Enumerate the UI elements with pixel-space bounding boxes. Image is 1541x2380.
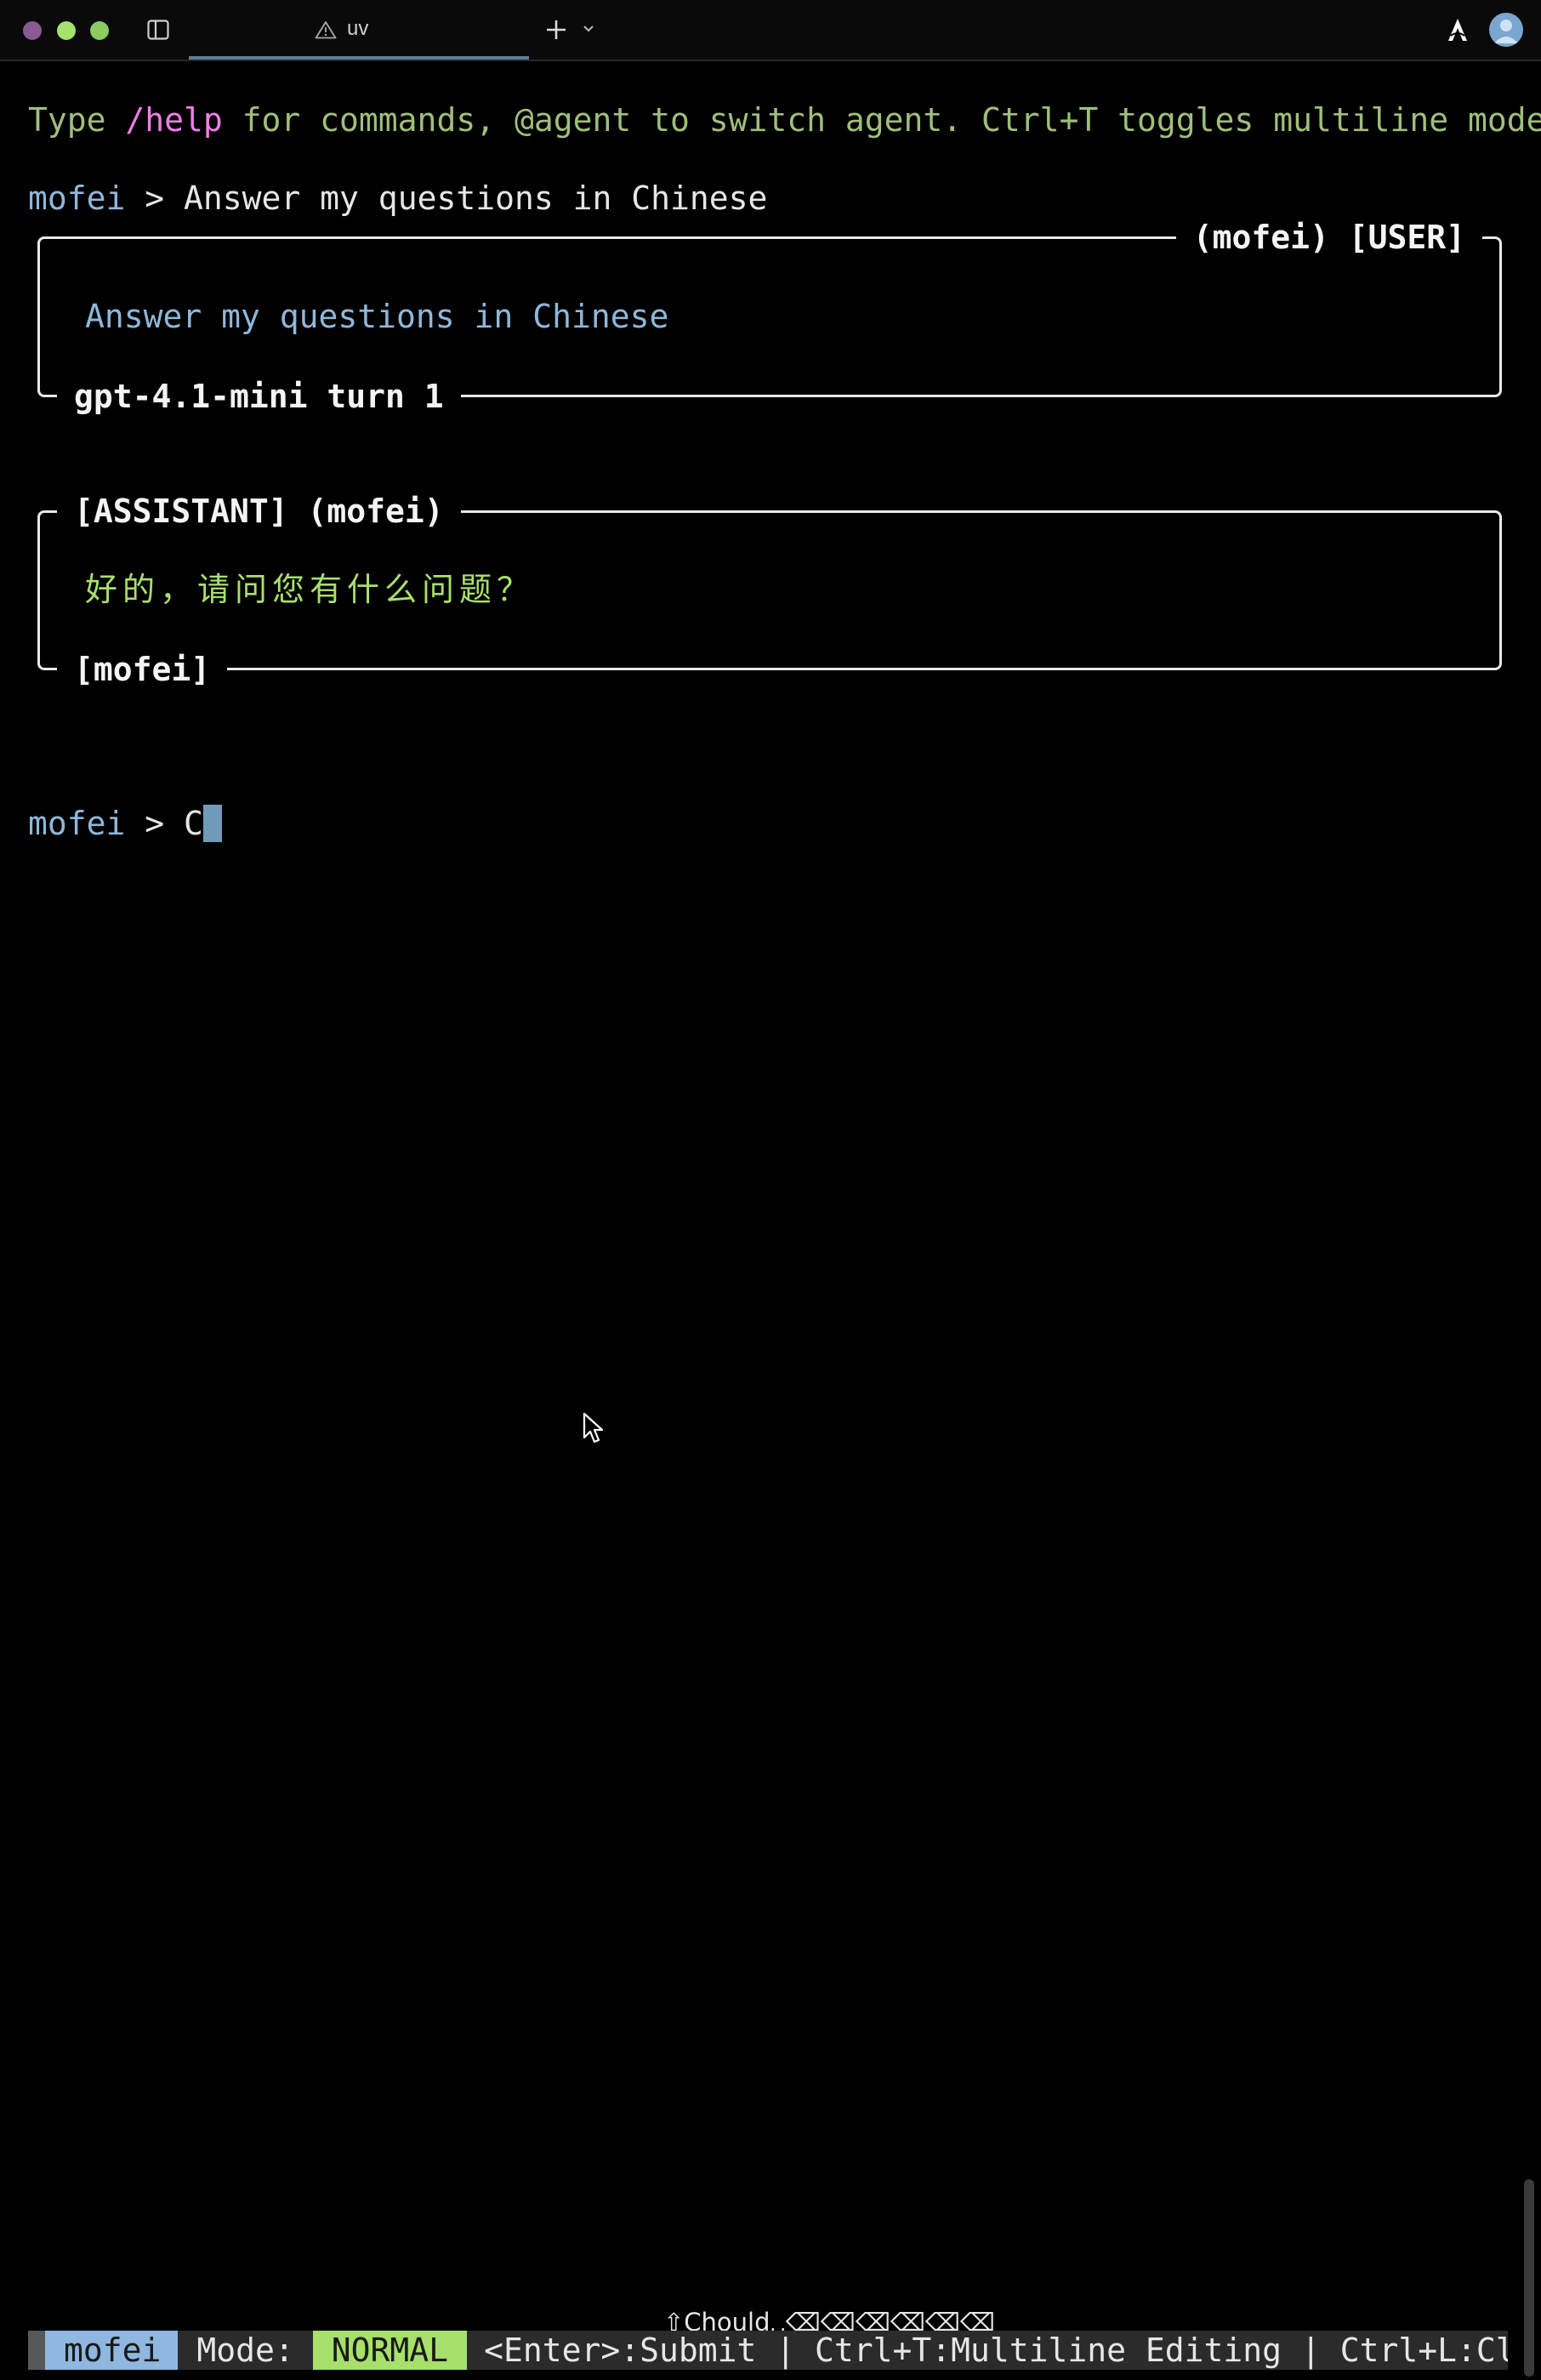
prompt-text: Answer my questions in Chinese [184,179,768,217]
user-message-box: (mofei) [USER] Answer my questions in Ch… [37,218,1502,416]
prompt-user: mofei [28,179,126,217]
assistant-message-box: [ASSISTANT] (mofei) 好的，请问您有什么问题？ [mofei] [37,492,1502,689]
chevron-down-icon[interactable] [582,24,595,34]
mode-badge: NORMAL [312,2331,468,2370]
scrollbar[interactable] [1524,2179,1534,2377]
title-bar: uv [0,0,1541,61]
status-bar: mofei Mode: NORMAL <Enter>:Submit | Ctrl+T:… [28,2331,1508,2370]
help-prefix: Type [28,101,126,139]
minimize-window-button[interactable] [57,21,76,40]
help-suffix: for commands, @agent to switch agent. Ct… [222,101,1541,139]
user-box-header: (mofei) [USER] [1175,218,1482,257]
current-prompt-line[interactable]: mofei > C [28,804,222,843]
keyboard-hints: <Enter>:Submit | Ctrl+T:Multiline Editin… [484,2332,1508,2369]
assistant-box-footer: [mofei] [57,650,228,689]
arc-icon[interactable] [1446,17,1470,43]
assistant-box-header: [ASSISTANT] (mofei) [57,492,461,531]
avatar-icon[interactable] [1489,13,1523,47]
maximize-window-button[interactable] [90,21,109,40]
user-message-text: Answer my questions in Chinese [85,298,669,335]
tab-title: uv [347,17,369,40]
mouse-pointer-icon [583,1412,604,1443]
mode-label: Mode: [196,2332,294,2369]
text-cursor [202,805,222,842]
sidebar-toggle-icon[interactable] [147,20,169,40]
agent-badge: mofei [45,2331,179,2370]
assistant-message-text: 好的，请问您有什么问题？ [85,571,535,608]
user-box-footer: gpt-4.1-mini turn 1 [57,377,461,416]
warning-icon [315,21,337,39]
prompt-arrow: > [125,805,185,842]
close-window-button[interactable] [23,21,42,40]
active-tab-indicator [189,56,529,60]
help-line: Type /help for commands, @agent to switc… [28,100,1541,139]
prompt-input[interactable]: C [184,805,203,842]
status-bar-edge [28,2331,45,2370]
history-prompt-line: mofei > Answer my questions in Chinese [28,179,767,218]
prompt-arrow: > [125,179,185,217]
help-command[interactable]: /help [125,101,222,139]
prompt-user: mofei [28,805,126,842]
plus-icon[interactable] [544,18,568,42]
tab-uv[interactable]: uv [189,0,529,60]
